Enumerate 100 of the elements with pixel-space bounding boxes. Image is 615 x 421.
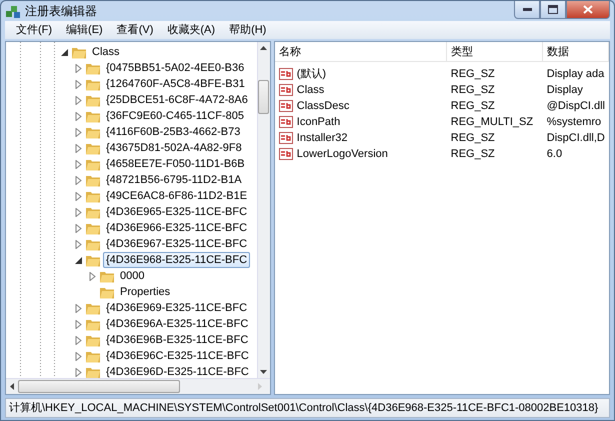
tree-item[interactable]: {49CE6AC8-6F86-11D2-B1E: [103, 188, 250, 204]
folder-icon: [71, 45, 87, 59]
column-header[interactable]: 数据: [542, 42, 609, 61]
folder-icon: [85, 253, 101, 267]
collapsed-arrow-icon[interactable]: [74, 224, 83, 232]
value-type: REG_SZ: [450, 66, 496, 82]
expanded-arrow-icon[interactable]: [74, 256, 83, 264]
tree-item[interactable]: {4D36E969-E325-11CE-BFC: [103, 300, 250, 316]
window-title: 注册表编辑器: [25, 3, 97, 20]
scroll-down-arrow-icon[interactable]: [260, 370, 268, 374]
tree-item[interactable]: {4D36E967-E325-11CE-BFC: [103, 236, 250, 252]
string-value-icon: [278, 115, 293, 129]
menu-item[interactable]: 查看(V): [110, 21, 160, 39]
tree-item[interactable]: {4D36E96B-E325-11CE-BFC: [103, 332, 252, 348]
menu-item[interactable]: 编辑(E): [59, 21, 110, 39]
value-data: %systemro: [546, 114, 602, 130]
string-value-icon: [278, 99, 293, 113]
folder-icon: [99, 285, 115, 299]
collapsed-arrow-icon[interactable]: [74, 368, 83, 376]
folder-icon: [85, 317, 101, 331]
folder-icon: [85, 237, 101, 251]
value-data: Display ada: [546, 66, 606, 82]
collapsed-arrow-icon[interactable]: [74, 160, 83, 168]
folder-icon: [85, 221, 101, 235]
collapsed-arrow-icon[interactable]: [74, 128, 83, 136]
string-value-icon: [278, 83, 293, 97]
collapsed-arrow-icon[interactable]: [74, 176, 83, 184]
collapsed-arrow-icon[interactable]: [88, 272, 97, 280]
value-type: REG_SZ: [450, 98, 496, 114]
folder-icon: [85, 189, 101, 203]
horizontal-scrollbar[interactable]: [6, 378, 270, 394]
folder-icon: [85, 109, 101, 123]
tree-item[interactable]: {4D36E96A-E325-11CE-BFC: [103, 316, 252, 332]
value-data: @DispCI.dll: [546, 98, 606, 114]
collapsed-arrow-icon[interactable]: [74, 144, 83, 152]
scroll-left-arrow-icon[interactable]: [10, 383, 14, 390]
collapsed-arrow-icon[interactable]: [74, 80, 83, 88]
collapsed-arrow-icon[interactable]: [74, 64, 83, 72]
tree-item[interactable]: {4D36E968-E325-11CE-BFC: [103, 252, 250, 268]
collapsed-arrow-icon[interactable]: [74, 208, 83, 216]
expanded-arrow-icon[interactable]: [60, 48, 69, 56]
close-button[interactable]: [566, 1, 610, 19]
folder-icon: [85, 333, 101, 347]
collapsed-arrow-icon[interactable]: [74, 96, 83, 104]
collapsed-arrow-icon[interactable]: [74, 192, 83, 200]
minimize-icon: [522, 8, 532, 11]
value-name: Installer32: [296, 130, 348, 146]
folder-icon: [85, 301, 101, 315]
tree-item[interactable]: {4116F60B-25B3-4662-B73: [103, 124, 244, 140]
scrollbar-thumb[interactable]: [258, 80, 270, 114]
string-value-icon: [278, 147, 293, 161]
folder-icon: [85, 125, 101, 139]
tree-item[interactable]: {36FC9E60-C465-11CF-805: [103, 108, 247, 124]
status-bar-path: 计算机\HKEY_LOCAL_MACHINE\SYSTEM\ControlSet001\Control\Class\{4D36E968-E325-11CE-BFC1-08002BE10318}: [9, 400, 598, 416]
collapsed-arrow-icon[interactable]: [74, 240, 83, 248]
close-icon: [583, 5, 593, 14]
value-name: Class: [296, 82, 324, 98]
menu-item[interactable]: 收藏夹(A): [160, 21, 222, 39]
value-type: REG_MULTI_SZ: [450, 114, 534, 130]
value-name: (默认): [296, 66, 326, 82]
tree-item[interactable]: {4658EE7E-F050-11D1-B6B: [103, 156, 248, 172]
collapsed-arrow-icon[interactable]: [74, 352, 83, 360]
value-data: 6.0: [546, 146, 564, 162]
folder-icon: [85, 141, 101, 155]
tree-item[interactable]: Class: [89, 44, 123, 60]
tree-item[interactable]: {48721B56-6795-11D2-B1A: [103, 172, 245, 188]
registry-app-icon: [5, 3, 21, 19]
menu-item[interactable]: 帮助(H): [222, 21, 274, 39]
folder-icon: [99, 269, 115, 283]
scroll-up-arrow-icon[interactable]: [260, 46, 268, 50]
tree-item[interactable]: {4D36E965-E325-11CE-BFC: [103, 204, 250, 220]
value-type: REG_SZ: [450, 130, 496, 146]
tree-item[interactable]: {1264760F-A5C8-4BFE-B31: [103, 76, 248, 92]
tree-item[interactable]: 0000: [117, 268, 148, 284]
collapsed-arrow-icon[interactable]: [74, 112, 83, 120]
tree-item[interactable]: Properties: [117, 284, 174, 300]
minimize-button[interactable]: [514, 1, 540, 19]
value-type: REG_SZ: [450, 146, 496, 162]
string-value-icon: [278, 131, 293, 145]
collapsed-arrow-icon[interactable]: [74, 304, 83, 312]
tree-item[interactable]: {43675D81-502A-4A82-9F8: [103, 140, 245, 156]
folder-icon: [85, 173, 101, 187]
tree-item[interactable]: {4D36E96C-E325-11CE-BFC: [103, 348, 252, 364]
collapsed-arrow-icon[interactable]: [74, 320, 83, 328]
column-header[interactable]: 类型: [446, 42, 543, 61]
collapsed-arrow-icon[interactable]: [74, 336, 83, 344]
tree-item[interactable]: {0475BB51-5A02-4EE0-B36: [103, 60, 248, 76]
tree-item[interactable]: {4D36E96D-E325-11CE-BFC: [103, 364, 252, 378]
maximize-button[interactable]: [540, 1, 566, 19]
folder-icon: [85, 365, 101, 378]
menu-item[interactable]: 文件(F): [9, 21, 60, 39]
folder-icon: [85, 157, 101, 171]
tree-item[interactable]: {25DBCE51-6C8F-4A72-8A6: [103, 92, 251, 108]
scrollbar-thumb[interactable]: [18, 380, 180, 393]
column-header[interactable]: 名称: [274, 42, 447, 61]
folder-icon: [85, 93, 101, 107]
folder-icon: [85, 349, 101, 363]
tree-item[interactable]: {4D36E966-E325-11CE-BFC: [103, 220, 250, 236]
value-data: Display: [546, 82, 584, 98]
vertical-scrollbar[interactable]: [256, 42, 270, 378]
